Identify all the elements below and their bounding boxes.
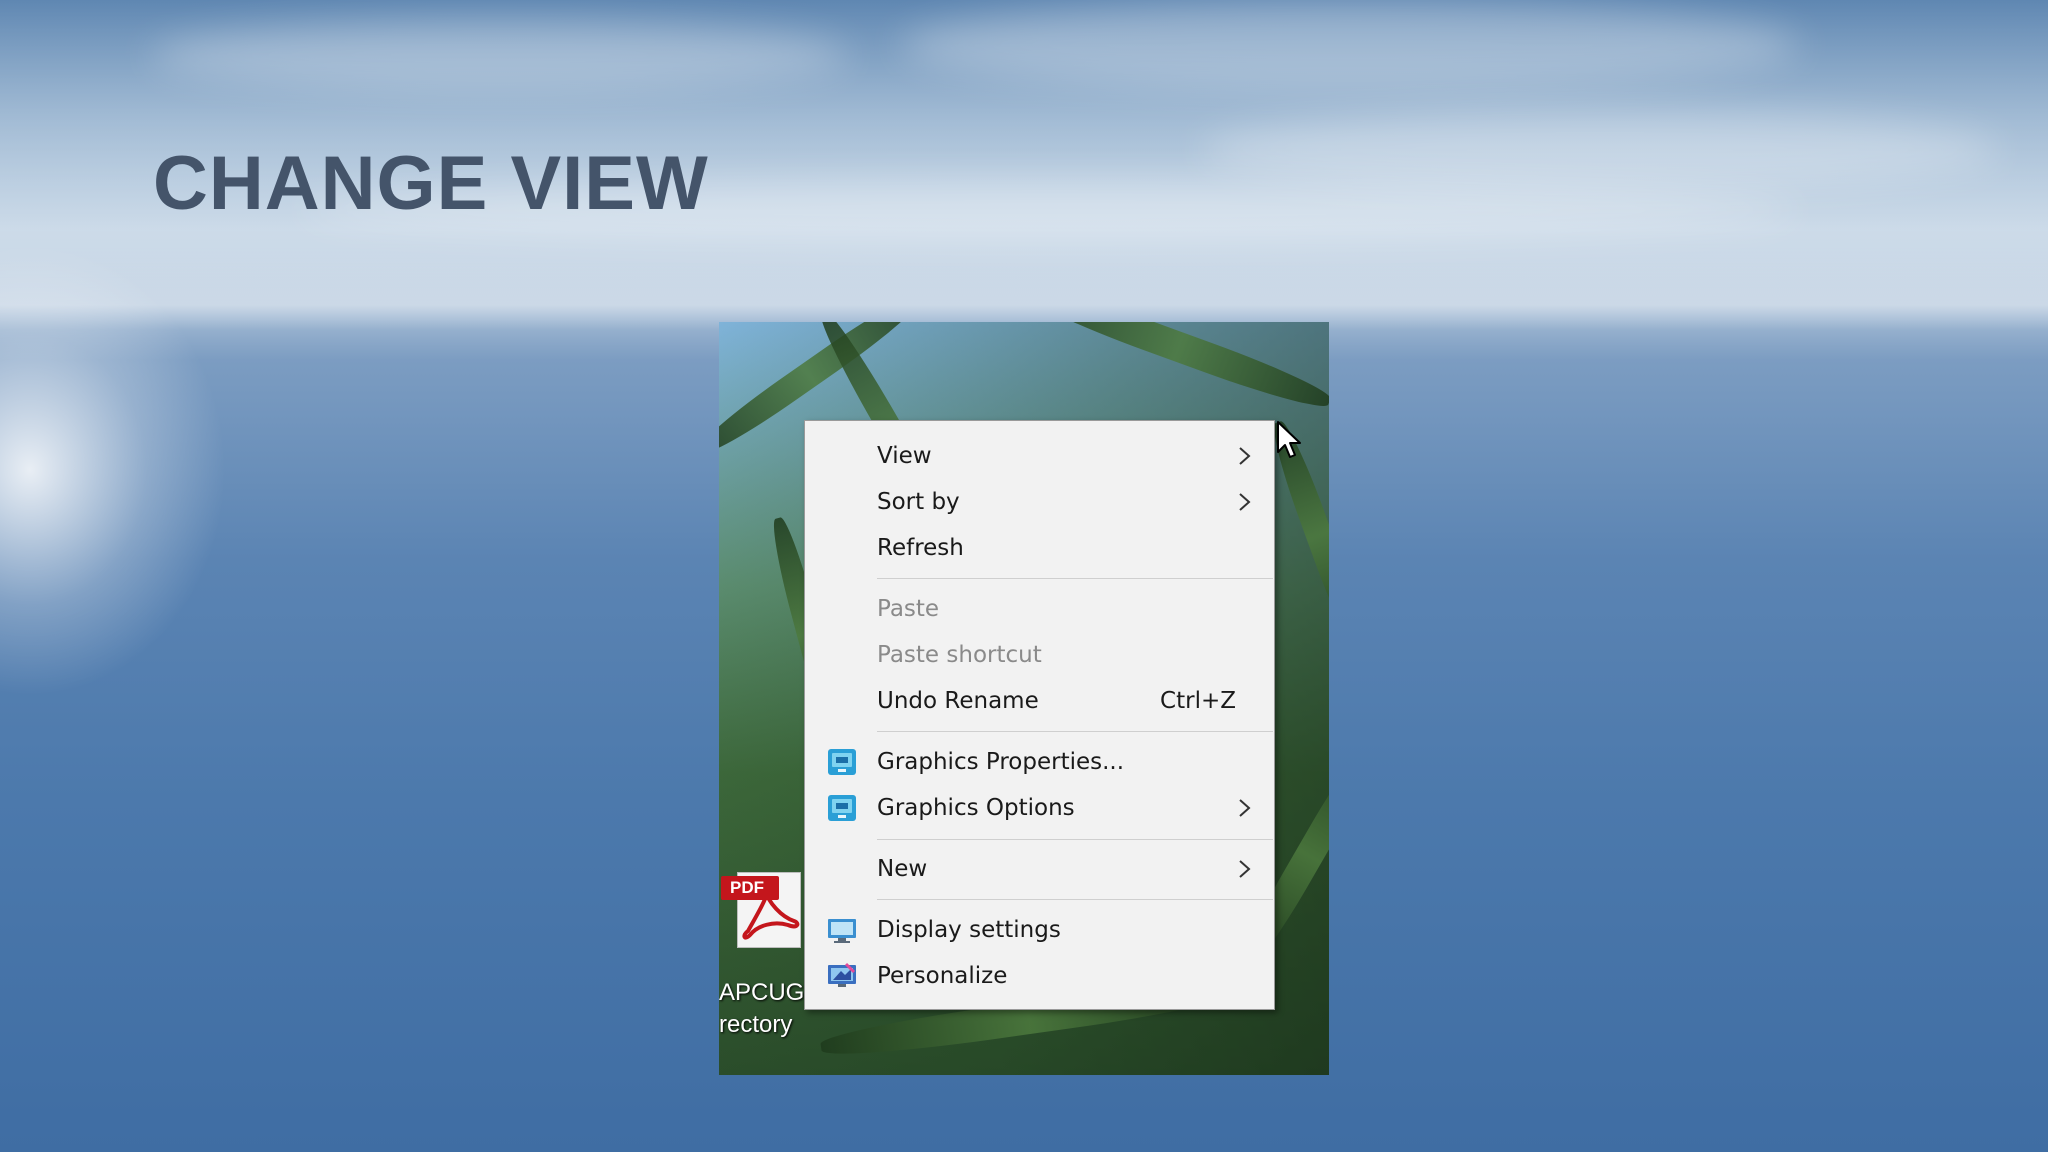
cloud <box>900 0 1800 90</box>
graphics-properties-icon <box>828 749 856 775</box>
graphics-options-icon <box>828 795 856 821</box>
menu-item-refresh[interactable]: Refresh <box>805 525 1274 571</box>
display-settings-icon <box>828 919 856 943</box>
menu-item-view[interactable]: View <box>805 433 1274 479</box>
menu-item-label: Refresh <box>877 535 964 561</box>
menu-separator <box>877 731 1273 732</box>
menu-separator <box>877 839 1273 840</box>
menu-item-label: View <box>877 443 932 469</box>
menu-item-label: Personalize <box>877 963 1008 989</box>
chevron-right-icon <box>1239 447 1251 465</box>
menu-item-shortcut: Ctrl+Z <box>1160 688 1236 714</box>
pdf-badge: PDF <box>721 876 779 900</box>
cloud <box>1200 110 2000 190</box>
menu-item-sort-by[interactable]: Sort by <box>805 479 1274 525</box>
menu-item-undo-rename[interactable]: Undo Rename Ctrl+Z <box>805 678 1274 724</box>
palm-frond <box>1023 322 1329 416</box>
chevron-right-icon <box>1239 493 1251 511</box>
menu-item-paste-shortcut: Paste shortcut <box>805 632 1274 678</box>
menu-item-personalize[interactable]: Personalize <box>805 953 1274 999</box>
personalize-icon <box>828 962 856 987</box>
menu-item-label: New <box>877 856 928 882</box>
menu-item-label: Sort by <box>877 489 960 515</box>
menu-item-display-settings[interactable]: Display settings <box>805 907 1274 953</box>
mouse-pointer-icon <box>1277 421 1301 458</box>
menu-item-label: Display settings <box>877 917 1061 943</box>
menu-item-label: Paste <box>877 596 940 622</box>
menu-item-graphics-options[interactable]: Graphics Options <box>805 785 1274 831</box>
menu-item-new[interactable]: New <box>805 846 1274 892</box>
menu-item-paste: Paste <box>805 586 1274 632</box>
pdf-file-icon[interactable]: PDF APCUG rectory <box>719 852 804 1038</box>
slide-title: CHANGE VIEW <box>153 141 709 226</box>
menu-separator <box>877 578 1273 579</box>
cloud <box>150 20 850 90</box>
menu-item-graphics-properties[interactable]: Graphics Properties... <box>805 739 1274 785</box>
slide: CHANGE VIEW PDF APCUG rectory View Sort … <box>0 0 2048 1152</box>
menu-separator <box>877 899 1273 900</box>
chevron-right-icon <box>1239 860 1251 878</box>
menu-item-label: Graphics Options <box>877 795 1075 821</box>
menu-item-label: Paste shortcut <box>877 642 1042 668</box>
pdf-file-label: APCUG rectory <box>719 979 805 1038</box>
menu-item-label: Graphics Properties... <box>877 749 1125 775</box>
menu-item-label: Undo Rename <box>877 688 1039 714</box>
chevron-right-icon <box>1239 799 1251 817</box>
desktop-context-menu: View Sort by Refresh Paste Paste shortcu… <box>804 420 1275 1010</box>
